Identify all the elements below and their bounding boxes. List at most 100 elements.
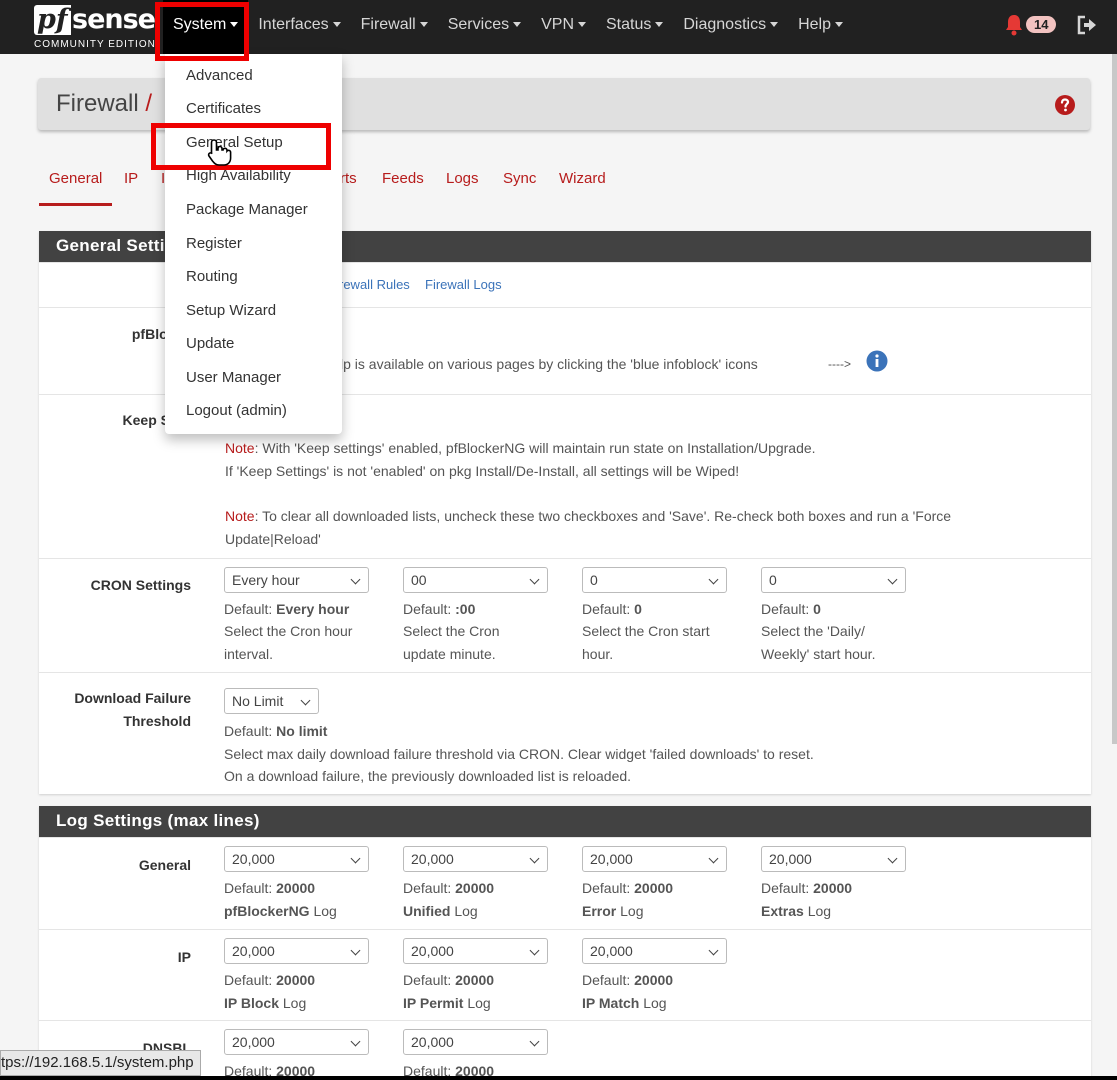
- cron-daily-desc2: Weekly' start hour.: [761, 646, 876, 662]
- cron-daily-desc1: Select the 'Daily/: [761, 623, 865, 639]
- log-settings-heading: Log Settings (max lines): [39, 806, 1091, 837]
- bottom-edge: [0, 1076, 1117, 1080]
- log-ip-block-name: IP Block Log: [224, 995, 307, 1011]
- log-settings-panel: Log Settings (max lines) General 20,000 …: [39, 806, 1091, 1080]
- menu-item-setup-wizard[interactable]: Setup Wizard: [186, 302, 276, 319]
- status-bar-url: tps://192.168.5.1/system.php: [0, 1050, 201, 1076]
- download-failure-row: Download Failure Threshold No Limit Defa…: [39, 672, 1091, 794]
- cron-start-hour-select[interactable]: 0: [582, 567, 727, 593]
- menu-interfaces[interactable]: Interfaces: [248, 0, 350, 54]
- menu-item-general-setup[interactable]: General Setup: [186, 134, 283, 151]
- chevron-down-icon: [834, 22, 843, 28]
- tab-ip[interactable]: IP: [124, 170, 138, 187]
- pfsense-logo[interactable]: pf sense COMMUNITY EDITION: [34, 4, 156, 51]
- log-error-default: Default: 20000: [582, 880, 674, 896]
- menu-item-register[interactable]: Register: [186, 235, 242, 252]
- note2-line2: Update|Reload': [225, 531, 321, 547]
- breadcrumb-separator: /: [145, 90, 153, 117]
- info-icon[interactable]: [866, 350, 888, 372]
- logout-icon[interactable]: [1076, 14, 1098, 36]
- cron-minute-desc2: update minute.: [403, 646, 496, 662]
- log-pfblockerng-name: pfBlockerNG Log: [224, 903, 337, 919]
- download-failure-label1: Download Failure: [74, 690, 191, 706]
- menu-status[interactable]: Status: [596, 0, 673, 54]
- chevron-down-icon: [230, 22, 239, 28]
- log-pfblockerng-select[interactable]: 20,000: [224, 846, 369, 872]
- download-failure-desc1: Select max daily download failure thresh…: [224, 746, 814, 762]
- cron-daily-weekly-select[interactable]: 0: [761, 567, 906, 593]
- cron-settings-row: CRON Settings Every hour Default: Every …: [39, 558, 1091, 673]
- menu-item-advanced[interactable]: Advanced: [186, 67, 253, 84]
- menu-help[interactable]: Help: [788, 0, 853, 54]
- tab-sync[interactable]: Sync: [503, 170, 536, 187]
- log-error-name: Error Log: [582, 903, 644, 919]
- log-ip-permit-default: Default: 20000: [403, 972, 495, 988]
- menu-diagnostics[interactable]: Diagnostics: [673, 0, 788, 54]
- cron-minute-select[interactable]: 00: [403, 567, 548, 593]
- tab-alerts[interactable]: rts: [340, 170, 357, 187]
- firewall-rules-link[interactable]: rewall Rules: [339, 274, 410, 297]
- log-extras-default: Default: 20000: [761, 880, 853, 896]
- chevron-down-icon: [419, 22, 428, 28]
- log-error-select[interactable]: 20,000: [582, 846, 727, 872]
- chevron-down-icon: [578, 22, 586, 28]
- cron-hour-default: Default: Every hour: [224, 601, 350, 617]
- log-ip-match-select[interactable]: 20,000: [582, 938, 727, 964]
- note1-line2: If 'Keep Settings' is not 'enabled' on p…: [225, 463, 740, 479]
- page-scrollbar[interactable]: [1112, 54, 1117, 744]
- menu-services[interactable]: Services: [438, 0, 531, 54]
- logo-pf: pf: [34, 5, 71, 35]
- log-general-row: General 20,000 Default: 20000 pfBlockerN…: [39, 837, 1091, 929]
- cron-daily-default: Default: 0: [761, 601, 821, 617]
- active-tab-indicator: [39, 203, 112, 206]
- cron-hour-desc2: interval.: [224, 646, 274, 662]
- menu-item-certificates[interactable]: Certificates: [186, 100, 261, 117]
- menu-item-routing[interactable]: Routing: [186, 268, 238, 285]
- log-ip-match-default: Default: 20000: [582, 972, 674, 988]
- firewall-logs-link[interactable]: Firewall Logs: [425, 274, 502, 297]
- menu-vpn[interactable]: VPN: [531, 0, 596, 54]
- menu-system[interactable]: System: [163, 0, 249, 54]
- bell-icon[interactable]: [1004, 14, 1024, 36]
- log-dnsbl-select-2[interactable]: 20,000: [403, 1029, 548, 1055]
- help-arrow: ---->: [828, 357, 851, 371]
- tab-feeds[interactable]: Feeds: [382, 170, 424, 187]
- log-pfblockerng-default: Default: 20000: [224, 880, 316, 896]
- menu-item-high-availability[interactable]: High Availability: [186, 167, 291, 184]
- system-dropdown-menu: Advanced Certificates General Setup High…: [165, 54, 342, 434]
- log-unified-default: Default: 20000: [403, 880, 495, 896]
- cron-hour-interval-select[interactable]: Every hour: [224, 567, 369, 593]
- download-failure-label2: Threshold: [123, 713, 191, 729]
- log-unified-name: Unified Log: [403, 903, 478, 919]
- log-ip-block-select[interactable]: 20,000: [224, 938, 369, 964]
- tab-logs[interactable]: Logs: [446, 170, 479, 187]
- log-ip-block-default: Default: 20000: [224, 972, 316, 988]
- chevron-down-icon: [655, 22, 664, 28]
- download-failure-select[interactable]: No Limit: [224, 688, 319, 714]
- log-extras-name: Extras Log: [761, 903, 832, 919]
- menu-item-logout[interactable]: Logout (admin): [186, 402, 287, 419]
- cron-start-desc2: hour.: [582, 646, 614, 662]
- log-extras-select[interactable]: 20,000: [761, 846, 906, 872]
- log-dnsbl-select-1[interactable]: 20,000: [224, 1029, 369, 1055]
- menu-item-package-manager[interactable]: Package Manager: [186, 201, 308, 218]
- logo-sense: sense: [72, 4, 156, 35]
- chevron-down-icon: [513, 22, 522, 28]
- notification-count-badge[interactable]: 14: [1026, 16, 1057, 33]
- note2-line1: Note: To clear all downloaded lists, unc…: [225, 508, 952, 524]
- log-ip-label: IP: [177, 949, 191, 965]
- help-info-text: lp is available on various pages by clic…: [340, 356, 758, 372]
- tab-general[interactable]: General: [49, 170, 102, 187]
- breadcrumb-firewall[interactable]: Firewall: [56, 90, 139, 117]
- menu-item-user-manager[interactable]: User Manager: [186, 369, 281, 386]
- main-menu: System Interfaces Firewall Services VPN …: [163, 0, 853, 54]
- tab-wizard[interactable]: Wizard: [559, 170, 606, 187]
- log-ip-row: IP 20,000 Default: 20000 IP Block Log 20…: [39, 929, 1091, 1020]
- cron-minute-default: Default: :00: [403, 601, 476, 617]
- log-ip-permit-select[interactable]: 20,000: [403, 938, 548, 964]
- log-unified-select[interactable]: 20,000: [403, 846, 548, 872]
- menu-item-update[interactable]: Update: [186, 335, 234, 352]
- chevron-down-icon: [332, 22, 341, 28]
- question-icon[interactable]: [1054, 94, 1076, 116]
- menu-firewall[interactable]: Firewall: [351, 0, 438, 54]
